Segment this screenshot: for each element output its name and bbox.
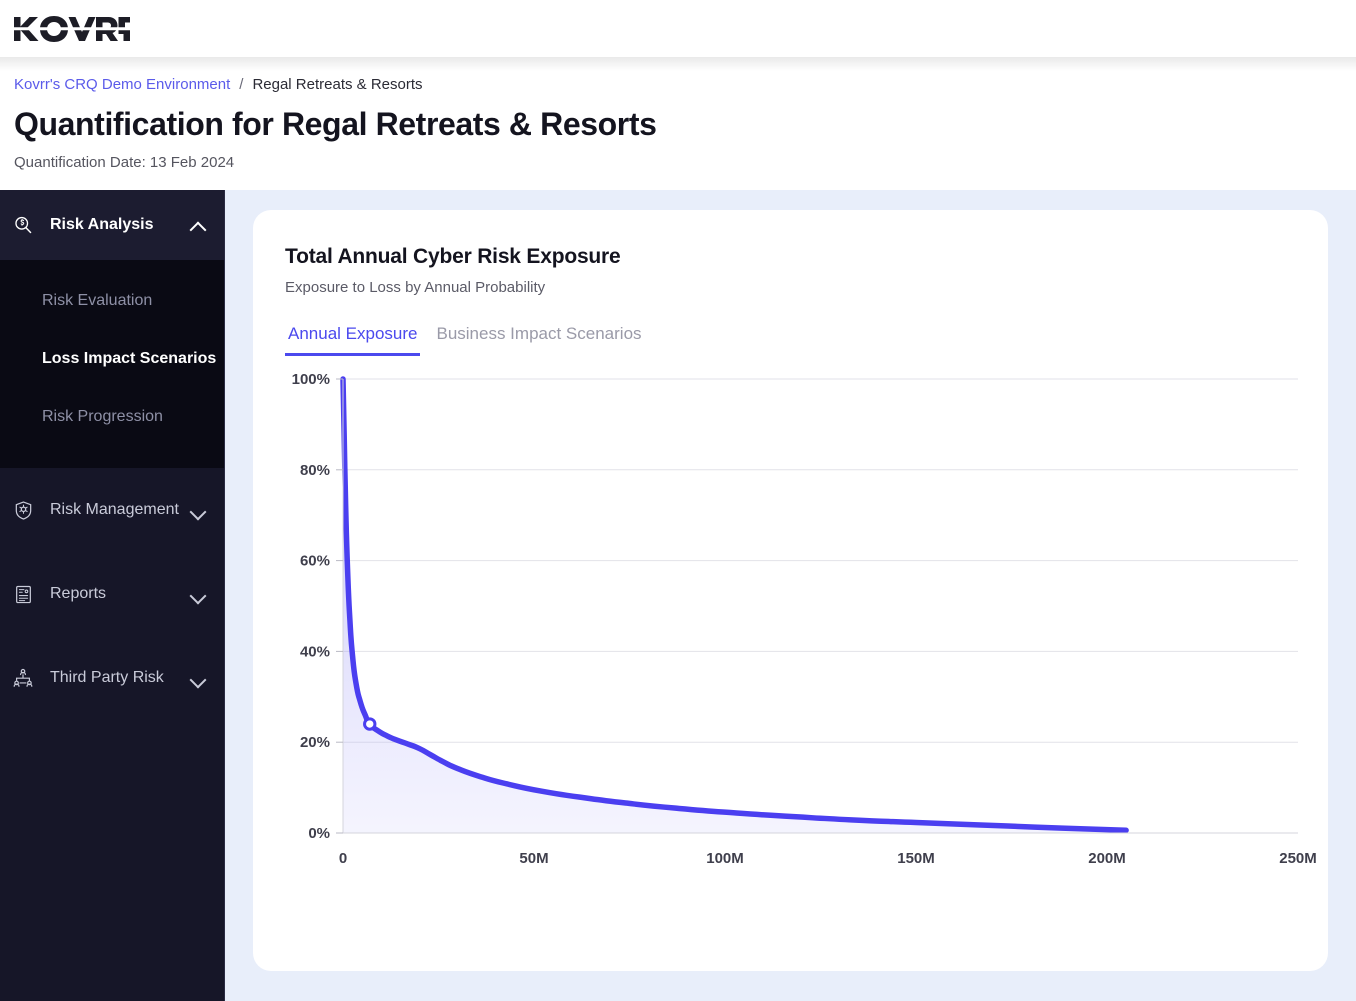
sidebar-label-reports: Reports bbox=[38, 585, 190, 603]
top-logo-bar bbox=[0, 0, 1356, 57]
svg-text:250M: 250M bbox=[1279, 850, 1317, 867]
sidebar-item-risk-analysis[interactable]: Risk Analysis bbox=[0, 190, 224, 260]
sidebar-group-risk-analysis: Risk Analysis Risk Evaluation Loss Impac… bbox=[0, 190, 224, 468]
breadcrumb-parent-link[interactable]: Kovrr's CRQ Demo Environment bbox=[14, 75, 230, 95]
sidebar-subnav-risk-analysis: Risk Evaluation Loss Impact Scenarios Ri… bbox=[0, 260, 224, 468]
card-subtitle: Exposure to Loss by Annual Probability bbox=[285, 278, 1298, 298]
magnifier-dollar-icon bbox=[8, 215, 38, 236]
svg-text:40%: 40% bbox=[300, 643, 330, 660]
sidebar-item-third-party-risk[interactable]: Third Party Risk bbox=[0, 636, 224, 720]
exposure-card: Total Annual Cyber Risk Exposure Exposur… bbox=[253, 210, 1328, 971]
svg-text:0: 0 bbox=[339, 850, 347, 867]
sidebar-group-risk-management: Risk Management bbox=[0, 468, 224, 552]
breadcrumb-separator: / bbox=[239, 75, 243, 95]
org-chart-people-icon bbox=[8, 667, 38, 689]
svg-text:200M: 200M bbox=[1088, 850, 1126, 867]
sidebar-item-risk-evaluation[interactable]: Risk Evaluation bbox=[0, 272, 224, 330]
sidebar: Risk Analysis Risk Evaluation Loss Impac… bbox=[0, 190, 225, 1001]
sidebar-item-loss-impact-scenarios[interactable]: Loss Impact Scenarios bbox=[0, 330, 224, 388]
chart-markers[interactable] bbox=[365, 719, 375, 729]
kovrr-logo[interactable] bbox=[12, 14, 130, 44]
chart-curve bbox=[343, 379, 1126, 830]
svg-text:60%: 60% bbox=[300, 553, 330, 570]
quantification-date: Quantification Date: 13 Feb 2024 bbox=[14, 153, 1356, 173]
sidebar-item-risk-progression[interactable]: Risk Progression bbox=[0, 388, 224, 446]
sidebar-label-risk-management: Risk Management bbox=[38, 501, 190, 519]
report-document-icon bbox=[8, 584, 38, 605]
chart-grid bbox=[343, 379, 1298, 833]
chevron-down-icon[interactable] bbox=[190, 586, 206, 602]
svg-text:0%: 0% bbox=[308, 825, 330, 842]
sidebar-item-reports[interactable]: Reports bbox=[0, 552, 224, 636]
sidebar-group-third-party-risk: Third Party Risk bbox=[0, 636, 224, 720]
chevron-down-icon[interactable] bbox=[190, 670, 206, 686]
tab-business-impact-scenarios[interactable]: Business Impact Scenarios bbox=[436, 324, 641, 356]
breadcrumb: Kovrr's CRQ Demo Environment / Regal Ret… bbox=[14, 75, 1356, 95]
page-title: Quantification for Regal Retreats & Reso… bbox=[14, 104, 1356, 144]
main-content: Total Annual Cyber Risk Exposure Exposur… bbox=[225, 190, 1356, 1001]
body-area: Risk Analysis Risk Evaluation Loss Impac… bbox=[0, 190, 1356, 1001]
svg-text:50M: 50M bbox=[519, 850, 548, 867]
tab-annual-exposure[interactable]: Annual Exposure bbox=[285, 324, 420, 356]
chart-x-ticks: 0 50M 100M 150M 200M 250M bbox=[339, 850, 1317, 867]
sidebar-label-risk-analysis: Risk Analysis bbox=[38, 216, 190, 234]
sidebar-item-risk-management[interactable]: Risk Management bbox=[0, 468, 224, 552]
chart-axes bbox=[343, 379, 1298, 833]
card-title: Total Annual Cyber Risk Exposure bbox=[285, 243, 1298, 271]
chevron-up-icon[interactable] bbox=[190, 217, 206, 233]
svg-text:100%: 100% bbox=[292, 371, 330, 388]
svg-text:150M: 150M bbox=[897, 850, 935, 867]
svg-text:100M: 100M bbox=[706, 850, 744, 867]
shield-gear-icon bbox=[8, 500, 38, 521]
card-tabs: Annual Exposure Business Impact Scenario… bbox=[285, 324, 1298, 356]
svg-text:20%: 20% bbox=[300, 734, 330, 751]
exposure-chart[interactable]: 0% 20% 40% 60% 80% 100% 0 50M 100M 150M 200M 250M bbox=[253, 365, 1328, 925]
app-root: Kovrr's CRQ Demo Environment / Regal Ret… bbox=[0, 0, 1356, 1001]
page-header: Kovrr's CRQ Demo Environment / Regal Ret… bbox=[0, 57, 1356, 190]
exposure-chart-svg[interactable]: 0% 20% 40% 60% 80% 100% 0 50M 100M 150M 200M 250M bbox=[253, 365, 1323, 925]
sidebar-group-reports: Reports bbox=[0, 552, 224, 636]
chart-y-ticks: 0% 20% 40% 60% 80% 100% bbox=[292, 371, 343, 842]
breadcrumb-current: Regal Retreats & Resorts bbox=[252, 75, 422, 95]
chevron-down-icon[interactable] bbox=[190, 502, 206, 518]
sidebar-label-third-party-risk: Third Party Risk bbox=[38, 669, 190, 687]
svg-text:80%: 80% bbox=[300, 462, 330, 479]
chart-area-fill bbox=[343, 379, 1126, 833]
